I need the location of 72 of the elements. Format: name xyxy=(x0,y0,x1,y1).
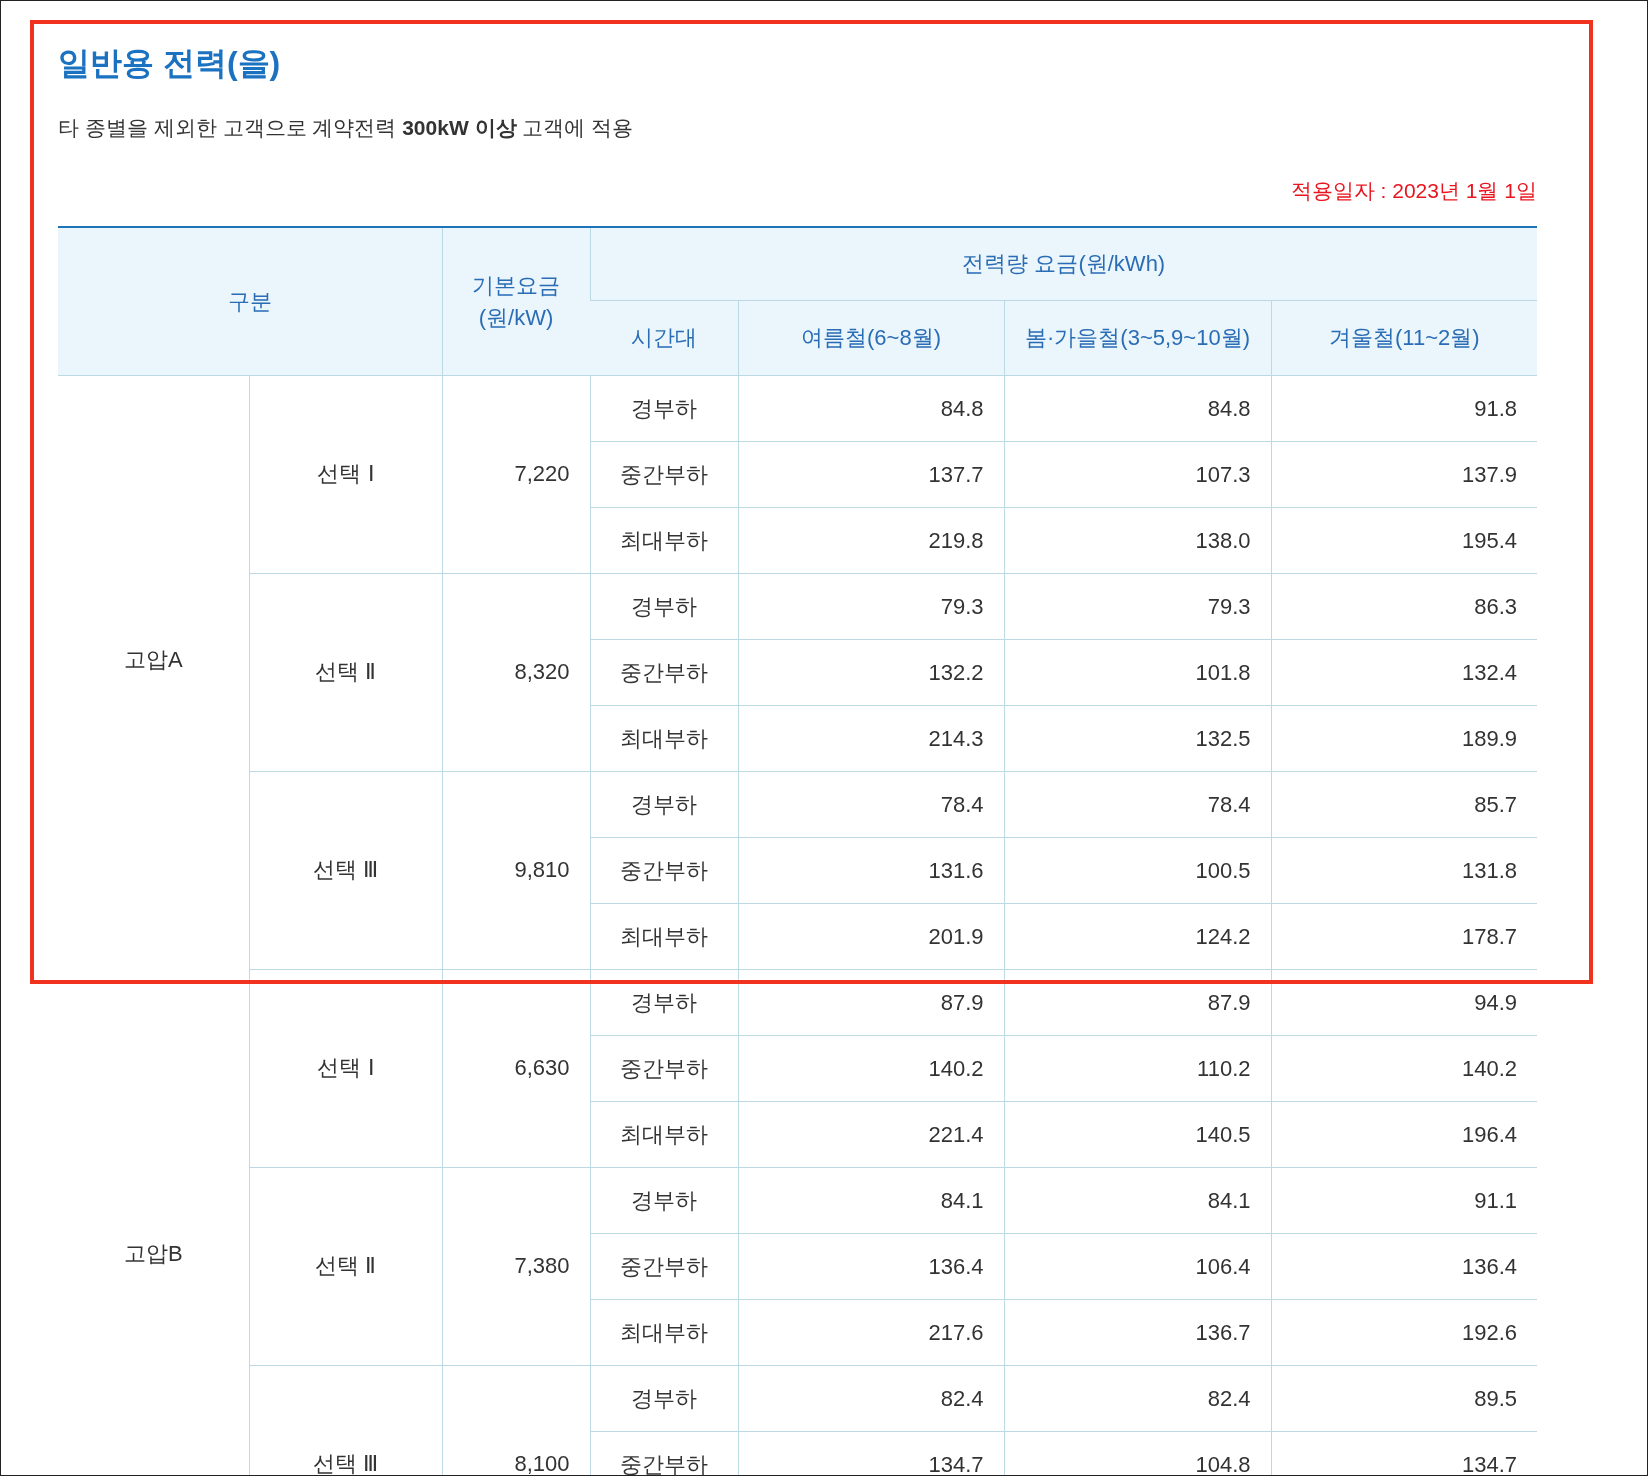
table-cell-text: 8,100 xyxy=(513,1450,570,1475)
table-cell: 최대부하 xyxy=(590,705,738,772)
table-cell: 경부하 xyxy=(590,969,738,1036)
column-header: 기본요금 (원/kW) xyxy=(442,227,590,376)
table-cell: 106.4 xyxy=(1004,1233,1271,1300)
table-cell-text: 8,320 xyxy=(513,658,570,686)
table-cell: 중간부하 xyxy=(590,639,738,706)
table-cell: 79.3 xyxy=(738,573,1004,640)
effective-date: 적용일자 : 2023년 1월 1일 xyxy=(1290,178,1537,204)
table-cell: 140.2 xyxy=(738,1035,1004,1102)
table-cell-text: 선택 Ⅱ xyxy=(313,1252,378,1280)
table-cell-text: 선택 Ⅰ xyxy=(316,460,375,488)
column-header: 시간대 xyxy=(590,300,738,376)
table-cell-text: 고압A xyxy=(122,646,184,674)
page-title: 일반용 전력(을) xyxy=(58,44,282,83)
table-cell: 경부하 xyxy=(590,573,738,640)
table-cell: 경부하 xyxy=(590,1365,738,1432)
table-cell: 중간부하 xyxy=(590,1233,738,1300)
table-cell-text: 선택 Ⅰ xyxy=(316,1054,375,1082)
table-cell: 124.2 xyxy=(1004,903,1271,970)
table-cell: 경부하 xyxy=(590,1167,738,1234)
table-cell: 87.9 xyxy=(738,969,1004,1036)
table-cell: 82.4 xyxy=(1004,1365,1271,1432)
table-cell: 84.1 xyxy=(738,1167,1004,1234)
table-cell: 84.8 xyxy=(1004,375,1271,442)
table-cell: 132.2 xyxy=(738,639,1004,706)
table-cell: 136.4 xyxy=(738,1233,1004,1300)
table-cell: 221.4 xyxy=(738,1101,1004,1168)
table-cell: 100.5 xyxy=(1004,837,1271,904)
table-cell: 107.3 xyxy=(1004,441,1271,508)
table-cell: 중간부하 xyxy=(590,441,738,508)
table-cell: 137.7 xyxy=(738,441,1004,508)
table-cell: 84.1 xyxy=(1004,1167,1271,1234)
table-cell: 78.4 xyxy=(1004,771,1271,838)
table-cell: 최대부하 xyxy=(590,507,738,574)
table-cell: 101.8 xyxy=(1004,639,1271,706)
column-header: 봄·가을철(3~5,9~10월) xyxy=(1004,300,1271,376)
table-cell-text: 선택 Ⅲ xyxy=(311,1450,380,1475)
table-cell: 최대부하 xyxy=(590,1101,738,1168)
table-cell: 최대부하 xyxy=(590,903,738,970)
table-cell-text: 9,810 xyxy=(513,856,570,884)
column-header: 여름철(6~8월) xyxy=(738,300,1004,376)
table-cell: 82.4 xyxy=(738,1365,1004,1432)
table-cell: 경부하 xyxy=(590,771,738,838)
table-cell: 84.8 xyxy=(738,375,1004,442)
table-cell: 201.9 xyxy=(738,903,1004,970)
table-cell: 경부하 xyxy=(590,375,738,442)
table-cell: 131.6 xyxy=(738,837,1004,904)
table-cell: 136.7 xyxy=(1004,1299,1271,1366)
table-cell-text: 선택 Ⅲ xyxy=(311,856,380,884)
table-cell: 78.4 xyxy=(738,771,1004,838)
table-cell: 140.5 xyxy=(1004,1101,1271,1168)
table-cell: 132.5 xyxy=(1004,705,1271,772)
table-cell: 중간부하 xyxy=(590,837,738,904)
table-cell-text: 7,220 xyxy=(513,460,570,488)
description-text: 타 종별을 제외한 고객으로 계약전력 300kW 이상 고객에 적용 xyxy=(58,115,635,141)
table-cell-text: 6,630 xyxy=(513,1054,570,1082)
table-cell: 138.0 xyxy=(1004,507,1271,574)
table-cell: 중간부하 xyxy=(590,1035,738,1102)
column-header: 구분 xyxy=(58,227,442,376)
table-cell-text: 7,380 xyxy=(513,1252,570,1280)
table-cell: 최대부하 xyxy=(590,1299,738,1366)
table-cell: 87.9 xyxy=(1004,969,1271,1036)
column-header: 전력량 요금(원/kWh) xyxy=(590,227,1537,301)
table-cell: 217.6 xyxy=(738,1299,1004,1366)
table-cell: 110.2 xyxy=(1004,1035,1271,1102)
table-cell: 219.8 xyxy=(738,507,1004,574)
table-cell: 214.3 xyxy=(738,705,1004,772)
table-cell-text: 고압B xyxy=(122,1239,184,1268)
column-header: 겨울철(11~2월) xyxy=(1271,300,1537,376)
table-cell: 79.3 xyxy=(1004,573,1271,640)
table-cell-text: 선택 Ⅱ xyxy=(313,658,378,686)
